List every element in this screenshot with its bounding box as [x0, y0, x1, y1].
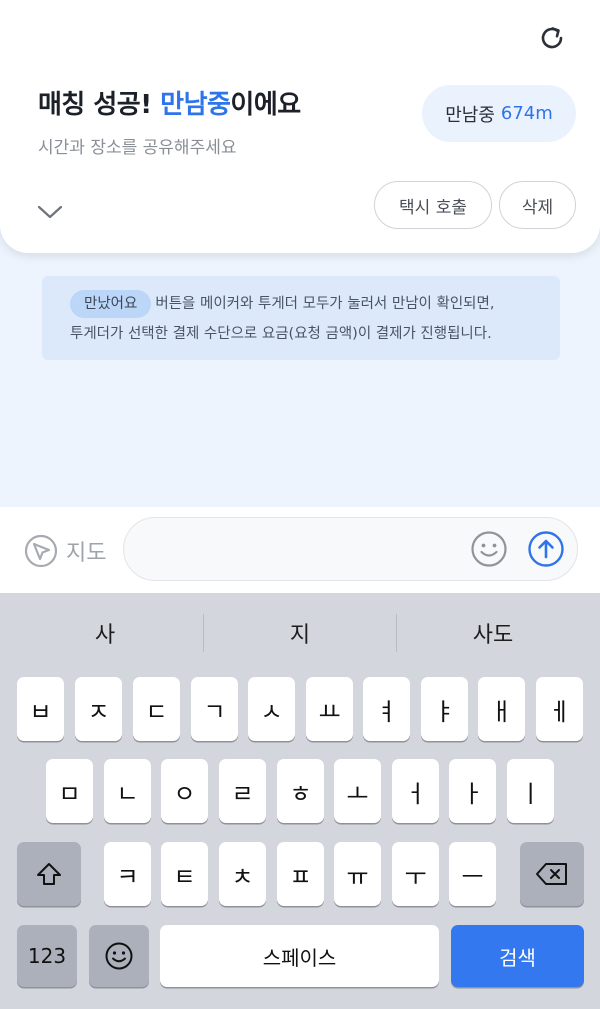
suggestion-1[interactable]: 사 — [10, 612, 200, 654]
expand-button[interactable] — [36, 200, 64, 224]
refresh-button[interactable] — [536, 22, 568, 54]
met-badge: 만났어요 — [70, 290, 152, 318]
key[interactable]: ㄱ — [191, 677, 238, 741]
distance-value: 674m — [500, 103, 553, 124]
space-key[interactable]: 스페이스 — [160, 925, 439, 987]
chevron-down-icon — [37, 205, 63, 219]
smiley-icon — [471, 531, 507, 567]
key[interactable]: ㅡ — [449, 842, 496, 906]
message-field[interactable] — [123, 517, 578, 581]
key[interactable]: ㅛ — [306, 677, 353, 741]
page-subtitle: 시간과 장소를 공유해주세요 — [38, 138, 237, 158]
map-label: 지도 — [66, 541, 107, 566]
search-key[interactable]: 검색 — [451, 925, 584, 987]
title-suffix: 이에요 — [230, 90, 301, 120]
key[interactable]: ㅂ — [17, 677, 64, 741]
info-notice: 만났어요 버튼을 메이커와 투게더 모두가 눌러서 만남이 확인되면, 투게더가 … — [42, 276, 560, 360]
numbers-key[interactable]: 123 — [17, 925, 77, 987]
notice-text-1: 버튼을 메이커와 투게더 모두가 눌러서 만남이 확인되면, — [155, 296, 495, 312]
key[interactable]: ㅠ — [334, 842, 381, 906]
key[interactable]: ㅇ — [161, 759, 208, 823]
message-input[interactable] — [144, 532, 464, 568]
backspace-key[interactable] — [520, 842, 584, 906]
suggestion-divider — [396, 614, 397, 652]
key[interactable]: ㅅ — [248, 677, 295, 741]
key[interactable]: ㅋ — [104, 842, 151, 906]
suggestion-2[interactable]: 지 — [205, 612, 395, 654]
key[interactable]: ㅁ — [46, 759, 93, 823]
emoji-key[interactable] — [89, 925, 149, 987]
notice-line-1: 만났어요 버튼을 메이커와 투게더 모두가 눌러서 만남이 확인되면, — [70, 289, 550, 319]
emoji-button[interactable] — [470, 530, 508, 568]
send-button[interactable] — [527, 530, 565, 568]
title-prefix: 매칭 성공! — [38, 90, 161, 120]
key[interactable]: ㅊ — [219, 842, 266, 906]
key[interactable]: ㅗ — [334, 759, 381, 823]
smiley-icon — [105, 942, 133, 970]
arrow-up-icon — [528, 531, 564, 567]
key[interactable]: ㅣ — [507, 759, 554, 823]
key[interactable]: ㄴ — [104, 759, 151, 823]
key[interactable]: ㅎ — [277, 759, 324, 823]
key[interactable]: ㅏ — [449, 759, 496, 823]
page-title: 매칭 성공! 만남중이에요 — [38, 84, 301, 121]
key[interactable]: ㅈ — [75, 677, 122, 741]
shift-key[interactable] — [17, 842, 81, 906]
suggestion-divider — [203, 614, 204, 652]
key[interactable]: ㅍ — [277, 842, 324, 906]
key[interactable]: ㅔ — [536, 677, 583, 741]
key[interactable]: ㅜ — [392, 842, 439, 906]
key[interactable]: ㅑ — [421, 677, 468, 741]
key[interactable]: ㄹ — [219, 759, 266, 823]
refresh-icon — [541, 27, 563, 49]
delete-button[interactable]: 삭제 — [499, 181, 576, 229]
key[interactable]: ㅐ — [478, 677, 525, 741]
shift-icon — [37, 863, 61, 885]
backspace-icon — [536, 863, 567, 885]
suggestion-3[interactable]: 사도 — [398, 612, 588, 654]
key[interactable]: ㅓ — [392, 759, 439, 823]
notice-text-2: 투게더가 선택한 결제 수단으로 요금(요청 금액)이 결제가 진행됩니다. — [70, 326, 492, 342]
key[interactable]: ㅌ — [161, 842, 208, 906]
call-taxi-button[interactable]: 택시 호출 — [374, 181, 492, 229]
key[interactable]: ㄷ — [133, 677, 180, 741]
key[interactable]: ㅕ — [363, 677, 410, 741]
distance-label: 만남중 — [445, 104, 495, 126]
map-button[interactable]: 지도 — [24, 534, 106, 568]
title-accent: 만남중 — [160, 90, 231, 120]
location-arrow-icon — [24, 534, 58, 568]
distance-badge: 만남중 674m — [422, 85, 576, 142]
